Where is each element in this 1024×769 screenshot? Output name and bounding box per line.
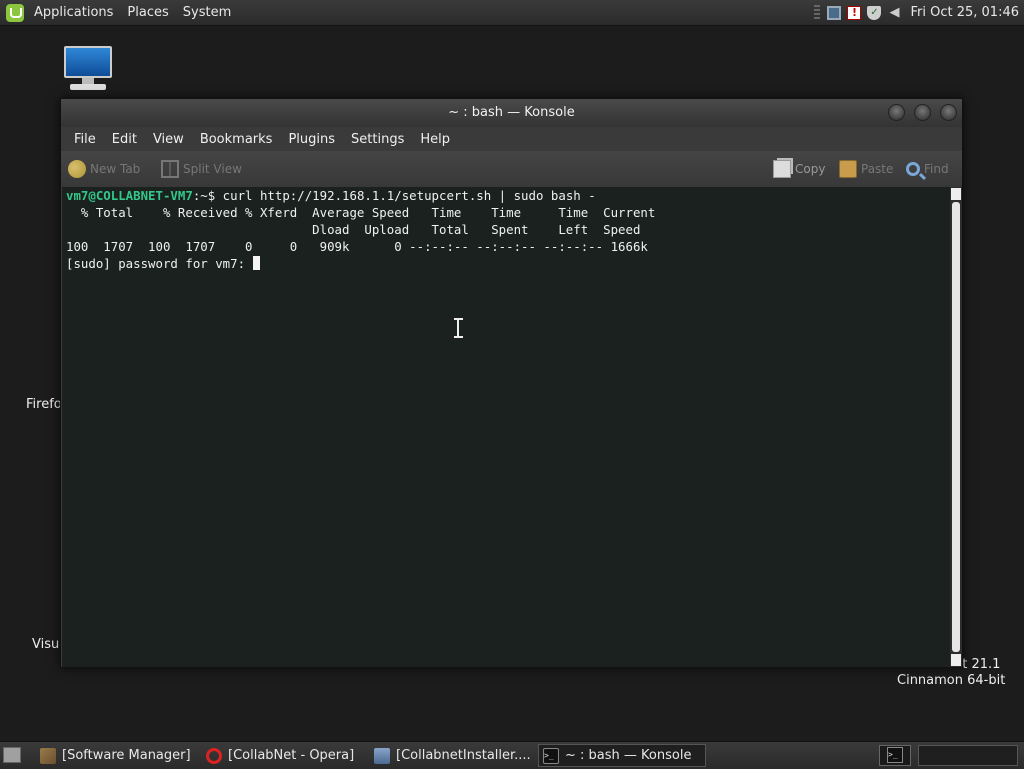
find-icon bbox=[906, 162, 920, 176]
tray-terminal-button[interactable]: >_ bbox=[879, 745, 911, 766]
window-titlebar[interactable]: ~ : bash — Konsole bbox=[61, 99, 962, 127]
update-alert-icon[interactable]: ! bbox=[847, 5, 862, 20]
copy-icon bbox=[773, 160, 791, 178]
scroll-up-button[interactable] bbox=[951, 188, 961, 200]
copy-button[interactable]: Copy bbox=[773, 151, 825, 187]
clock[interactable]: Fri Oct 25, 01:46 bbox=[904, 5, 1024, 20]
taskbar-label: [CollabnetInstaller.... bbox=[396, 748, 531, 763]
split-view-icon bbox=[161, 160, 179, 178]
mint-edition-text: Cinnamon 64-bit bbox=[897, 673, 1006, 688]
new-tab-icon bbox=[68, 160, 86, 178]
menu-view[interactable]: View bbox=[145, 132, 192, 147]
software-manager-icon bbox=[40, 747, 56, 764]
paste-label: Paste bbox=[861, 162, 894, 176]
curl-header-line-2: Dload Upload Total Spent Left Speed bbox=[66, 222, 641, 237]
menubar: File Edit View Bookmarks Plugins Setting… bbox=[61, 127, 962, 151]
ibeam-cursor-icon bbox=[454, 318, 463, 338]
prompt-user: vm7@COLLABNET-VM7 bbox=[66, 188, 193, 203]
window-title: ~ : bash — Konsole bbox=[448, 105, 575, 120]
system-menu[interactable]: System bbox=[176, 0, 238, 25]
menu-help[interactable]: Help bbox=[412, 132, 458, 147]
minimize-button[interactable] bbox=[888, 104, 905, 121]
curl-progress-line: 100 1707 100 1707 0 0 909k 0 --:--:-- --… bbox=[66, 239, 648, 254]
find-button[interactable]: Find bbox=[906, 151, 949, 187]
menu-settings[interactable]: Settings bbox=[343, 132, 412, 147]
system-tray: ! ✓ ◀ Fri Oct 25, 01:46 bbox=[814, 0, 1024, 25]
firefox-desktop-label[interactable]: Firefo bbox=[26, 397, 62, 412]
menu-file[interactable]: File bbox=[66, 132, 104, 147]
mint-logo-icon[interactable] bbox=[6, 3, 24, 22]
taskbar-software-manager[interactable]: [Software Manager] bbox=[36, 744, 196, 767]
prompt-command: :~$ curl http://192.168.1.1/setupcert.sh… bbox=[192, 188, 596, 203]
copy-label: Copy bbox=[795, 162, 826, 176]
konsole-window: ~ : bash — Konsole File Edit View Bookma… bbox=[60, 98, 963, 668]
taskbar-label: [Software Manager] bbox=[62, 748, 191, 763]
menu-plugins[interactable]: Plugins bbox=[280, 132, 343, 147]
taskbar-collabnet-installer[interactable]: [CollabnetInstaller.... bbox=[370, 744, 534, 767]
new-tab-label: New Tab bbox=[90, 162, 141, 176]
show-desktop-icon[interactable] bbox=[3, 747, 21, 763]
maximize-button[interactable] bbox=[914, 104, 931, 121]
workspace-switcher[interactable] bbox=[918, 745, 1018, 766]
split-view-label: Split View bbox=[183, 162, 242, 176]
new-tab-button[interactable]: New Tab bbox=[68, 151, 140, 187]
scrollbar-thumb[interactable] bbox=[952, 202, 960, 652]
applications-menu[interactable]: Applications bbox=[27, 0, 120, 25]
terminal-icon: >_ bbox=[887, 747, 903, 763]
menu-bookmarks[interactable]: Bookmarks bbox=[192, 132, 281, 147]
find-label: Find bbox=[924, 162, 949, 176]
installer-icon bbox=[374, 747, 390, 764]
paste-button[interactable]: Paste bbox=[839, 151, 893, 187]
computer-desktop-icon[interactable] bbox=[64, 46, 112, 94]
network-icon[interactable] bbox=[827, 5, 842, 20]
terminal-icon: >_ bbox=[543, 747, 559, 764]
taskbar-label: [CollabNet - Opera] bbox=[228, 748, 355, 763]
taskbar-label: ~ : bash — Konsole bbox=[565, 748, 692, 763]
command-line: vm7@COLLABNET-VM7:~$ curl http://192.168… bbox=[66, 187, 596, 204]
taskbar-opera[interactable]: [CollabNet - Opera] bbox=[202, 744, 366, 767]
sudo-prompt-text: [sudo] password for vm7: bbox=[66, 256, 253, 271]
taskbar-konsole[interactable]: >_ ~ : bash — Konsole bbox=[538, 744, 706, 767]
split-view-button[interactable]: Split View bbox=[161, 151, 242, 187]
toolbar: New Tab Split View Copy Paste Find bbox=[61, 151, 962, 187]
curl-header-line-1: % Total % Received % Xferd Average Speed… bbox=[66, 205, 656, 220]
paste-icon bbox=[839, 160, 857, 178]
close-button[interactable] bbox=[940, 104, 957, 121]
scroll-down-button[interactable] bbox=[951, 654, 961, 666]
menu-edit[interactable]: Edit bbox=[104, 132, 145, 147]
terminal-scrollbar[interactable] bbox=[950, 187, 962, 667]
text-cursor bbox=[252, 256, 260, 270]
terminal-area[interactable]: vm7@COLLABNET-VM7:~$ curl http://192.168… bbox=[62, 187, 950, 667]
bottom-panel: [Software Manager] [CollabNet - Opera] [… bbox=[0, 741, 1024, 769]
opera-icon bbox=[206, 747, 222, 764]
volume-icon[interactable]: ◀ bbox=[887, 5, 901, 20]
places-menu[interactable]: Places bbox=[120, 0, 175, 25]
shield-icon[interactable]: ✓ bbox=[867, 5, 882, 20]
top-panel: Applications Places System ! ✓ ◀ Fri Oct… bbox=[0, 0, 1024, 26]
tray-separator bbox=[814, 4, 821, 21]
sudo-prompt-line: [sudo] password for vm7: bbox=[66, 255, 260, 272]
